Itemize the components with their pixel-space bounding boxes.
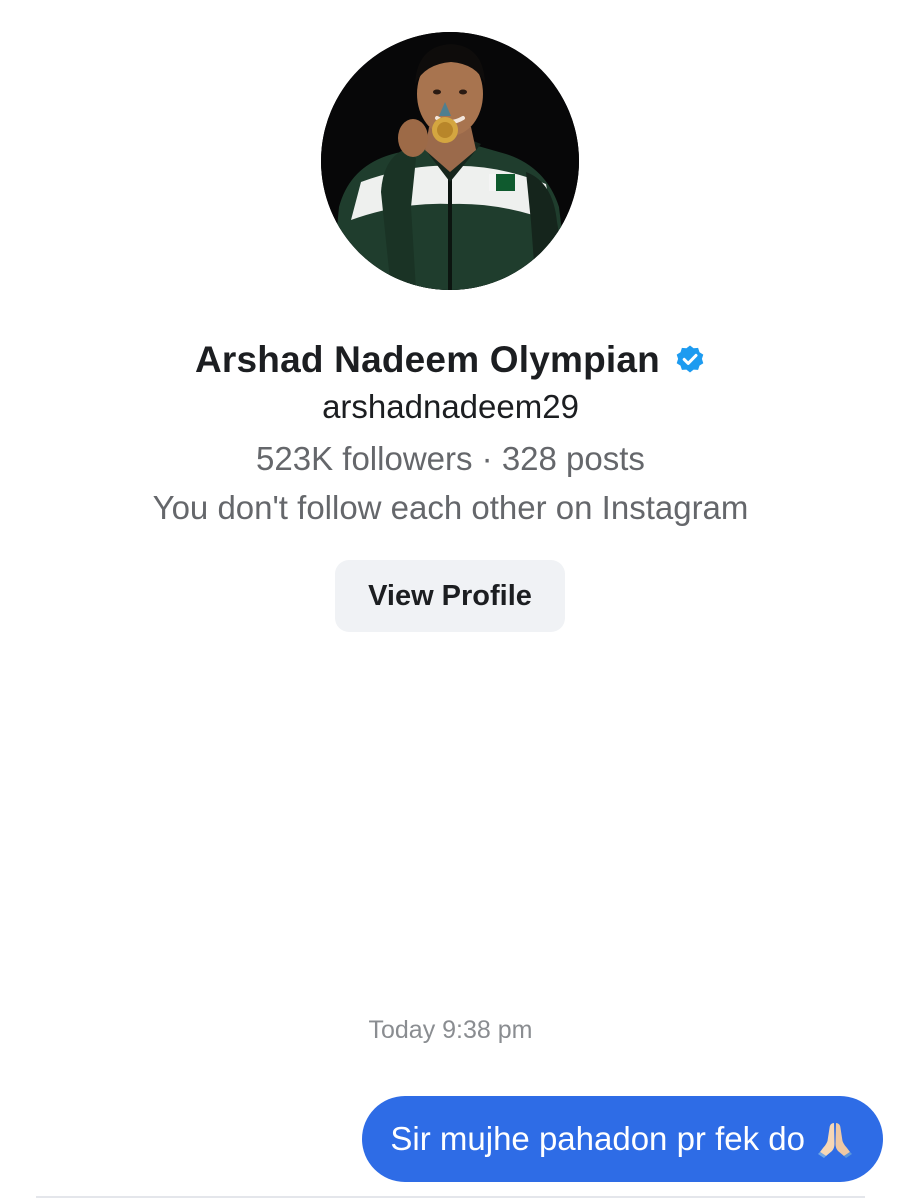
profile-name: Arshad Nadeem Olympian xyxy=(195,339,660,380)
profile-photo xyxy=(321,32,579,290)
view-profile-button[interactable]: View Profile xyxy=(335,560,565,632)
follow-status-text: You don't follow each other on Instagram xyxy=(152,489,749,526)
folded-hands-emoji-icon xyxy=(818,1123,852,1158)
profile-avatar[interactable] xyxy=(321,32,579,290)
outgoing-message-bubble[interactable]: Sir mujhe pahadon pr fek do xyxy=(362,1096,883,1182)
profile-stats: 523K followers · 328 posts xyxy=(256,440,645,477)
profile-username: arshadnadeem29 xyxy=(322,388,579,425)
message-text: Sir mujhe pahadon pr fek do xyxy=(390,1120,805,1157)
message-timestamp: Today 9:38 pm xyxy=(368,1016,533,1044)
profile-name-row: Arshad Nadeem Olympian xyxy=(0,330,901,390)
composer-divider xyxy=(36,1196,865,1198)
verified-badge-icon xyxy=(676,345,704,373)
